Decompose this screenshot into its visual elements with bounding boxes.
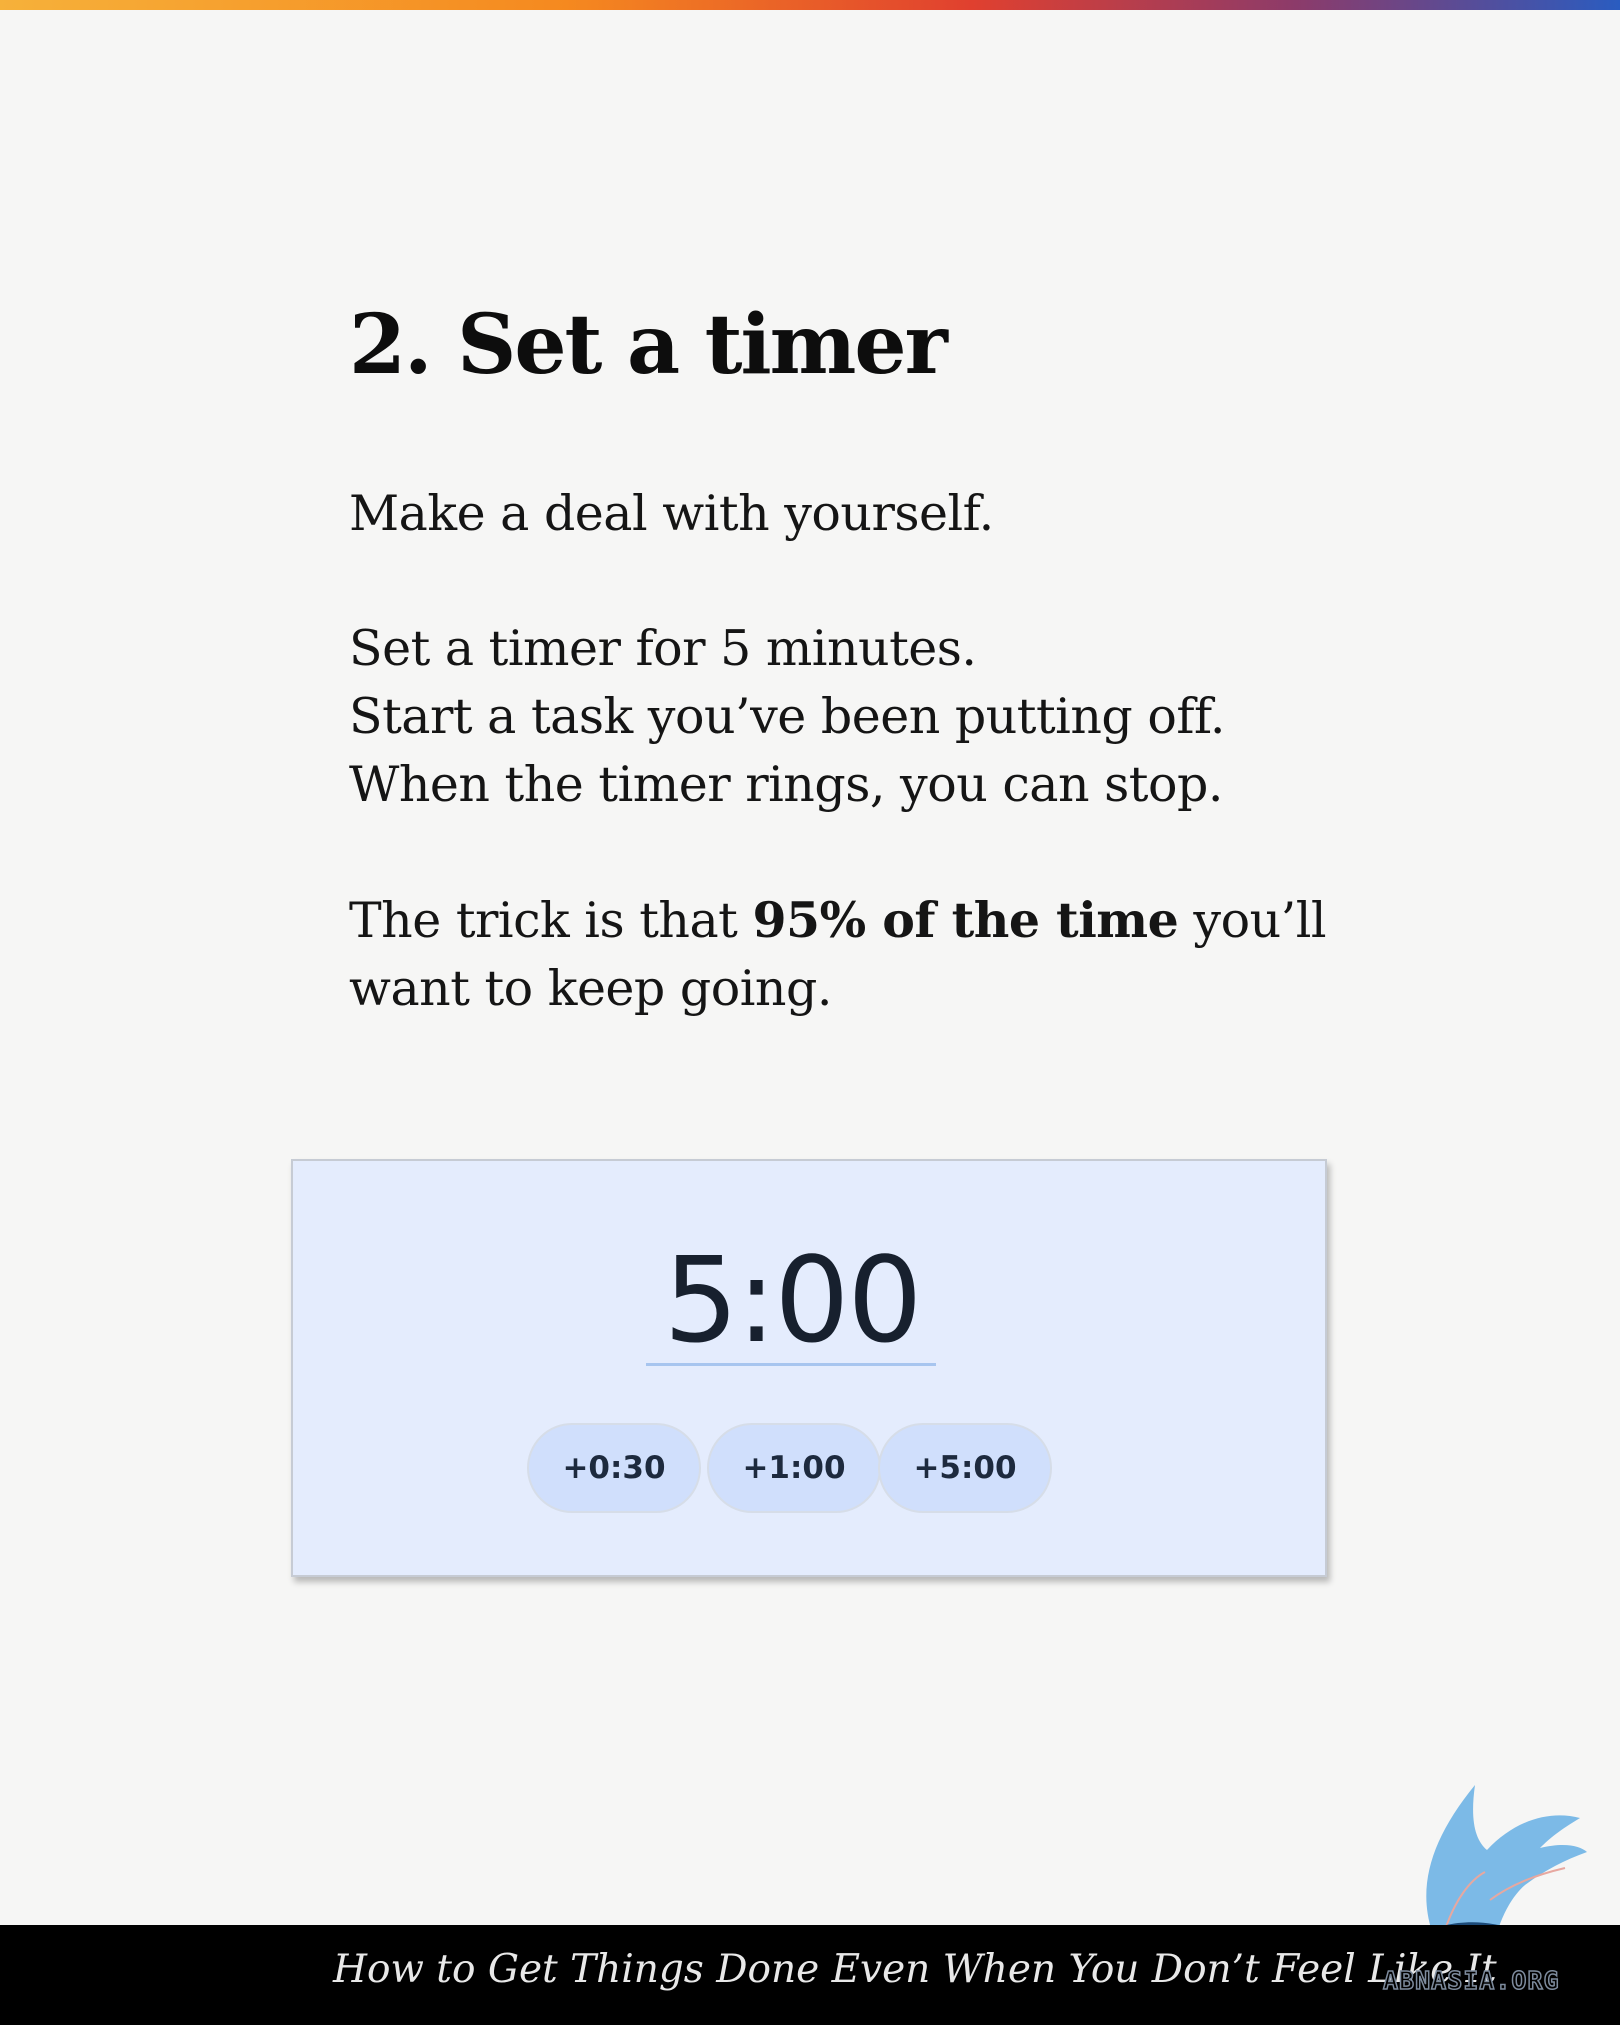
brand-text[interactable]: ABNASIA.ORG	[1382, 1965, 1560, 1996]
footer-bar: How to Get Things Done Even When You Don…	[0, 1925, 1620, 2025]
timer-display[interactable]: 5:00	[293, 1231, 1325, 1369]
add-30-seconds-button[interactable]: +0:30	[527, 1423, 701, 1513]
top-gradient-bar	[0, 0, 1620, 10]
trick-lead: The trick is that	[349, 892, 753, 949]
trick-paragraph: The trick is that 95% of the time you’ll…	[349, 886, 1327, 1023]
steps-paragraph: Set a timer for 5 minutes. Start a task …	[349, 615, 1225, 819]
timer-widget: 5:00 +0:30 +1:00 +5:00	[291, 1159, 1327, 1577]
article-content: 2. Set a timer Make a deal with yourself…	[349, 297, 1349, 1017]
add-5-minutes-button[interactable]: +5:00	[878, 1423, 1052, 1513]
trick-emphasis: 95% of the time	[752, 891, 1179, 949]
trick-line-2: want to keep going.	[349, 960, 832, 1017]
trick-tail: you’ll	[1178, 892, 1327, 949]
steps-line-2: Start a task you’ve been putting off.	[349, 688, 1225, 745]
intro-paragraph: Make a deal with yourself.	[349, 480, 994, 548]
intro-line: Make a deal with yourself.	[349, 485, 994, 542]
footer-title: How to Get Things Done Even When You Don…	[333, 1947, 1497, 1992]
trick-line-1: The trick is that 95% of the time you’ll	[349, 886, 1327, 955]
steps-line-1: Set a timer for 5 minutes.	[349, 620, 977, 677]
section-heading: 2. Set a timer	[349, 297, 948, 393]
timer-underline	[646, 1363, 936, 1366]
steps-line-3: When the timer rings, you can stop.	[349, 756, 1223, 813]
add-1-minute-button[interactable]: +1:00	[707, 1423, 881, 1513]
